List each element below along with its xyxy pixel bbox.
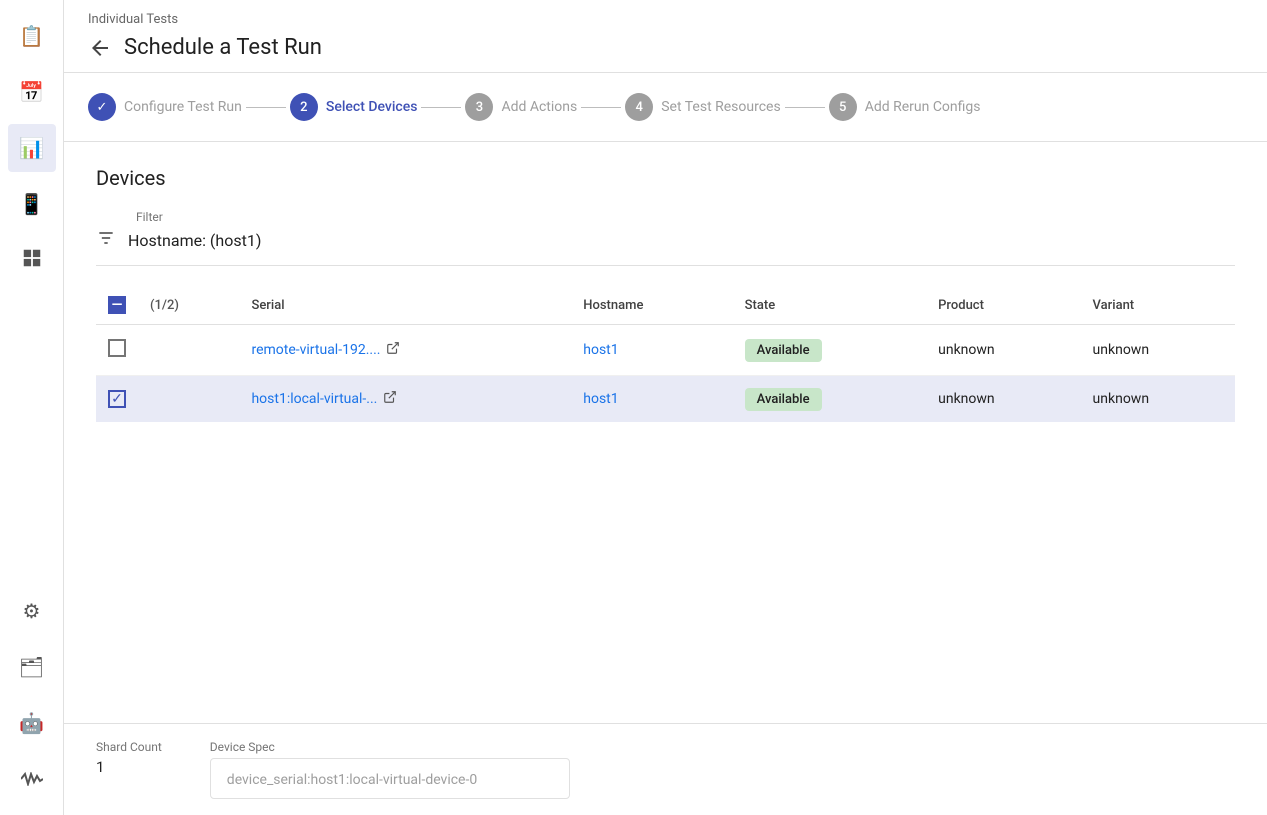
step-5[interactable]: 5 Add Rerun Configs: [829, 93, 981, 121]
step-1-circle: ✓: [88, 93, 116, 121]
row1-checkbox-cell: [96, 325, 138, 376]
devices-section-title: Devices: [96, 166, 1235, 190]
content-area: Devices Filter Hostname: (host1) — (1/2): [64, 142, 1267, 723]
connector-4-5: [785, 107, 825, 108]
col-product: Product: [926, 286, 1080, 325]
device-spec-box: device_serial:host1:local-virtual-device…: [210, 758, 570, 799]
shard-count-field: Shard Count 1: [96, 740, 162, 799]
step-2-circle: 2: [290, 93, 318, 121]
connector-3-4: [581, 107, 621, 108]
header: Individual Tests Schedule a Test Run: [64, 0, 1267, 73]
device-spec-value: device_serial:host1:local-virtual-device…: [227, 772, 477, 788]
table-header: — (1/2) Serial Hostname State Product Va…: [96, 286, 1235, 325]
row1-product: unknown: [926, 325, 1080, 376]
devices-table: — (1/2) Serial Hostname State Product Va…: [96, 286, 1235, 422]
sidebar-item-dashboard[interactable]: [8, 236, 56, 284]
sidebar: 📋 📅 📊 📱 ⚙ 🗂 🤖: [0, 0, 64, 815]
row1-empty-cell: [138, 325, 239, 376]
row1-external-link-icon[interactable]: [386, 341, 400, 359]
row2-variant: unknown: [1081, 376, 1235, 423]
step-1[interactable]: ✓ Configure Test Run: [88, 93, 242, 121]
bar-chart-icon: 📊: [19, 136, 44, 160]
calendar-icon: 📅: [19, 80, 44, 104]
row2-state: Available: [733, 376, 926, 423]
main-content: Individual Tests Schedule a Test Run ✓ C…: [64, 0, 1267, 815]
row1-hostname-link[interactable]: host1: [583, 342, 618, 358]
step-4-circle: 4: [625, 93, 653, 121]
breadcrumb: Individual Tests: [88, 12, 1243, 27]
row2-serial-link[interactable]: host1:local-virtual-...: [251, 390, 559, 408]
row2-checkbox[interactable]: ✓: [108, 390, 126, 408]
sidebar-item-android[interactable]: 🤖: [8, 699, 56, 747]
row2-external-link-icon[interactable]: [383, 390, 397, 408]
sidebar-item-chart[interactable]: 📊: [8, 124, 56, 172]
stepper: ✓ Configure Test Run 2 Select Devices 3 …: [64, 73, 1267, 142]
row2-serial: host1:local-virtual-...: [239, 376, 571, 423]
col-variant: Variant: [1081, 286, 1235, 325]
step-3-circle: 3: [465, 93, 493, 121]
step-2[interactable]: 2 Select Devices: [290, 93, 418, 121]
page-title: Schedule a Test Run: [124, 35, 322, 60]
row1-variant: unknown: [1081, 325, 1235, 376]
row2-hostname-link[interactable]: host1: [583, 391, 618, 407]
select-all-checkbox[interactable]: —: [108, 296, 126, 314]
col-hostname: Hostname: [571, 286, 732, 325]
connector-2-3: [421, 107, 461, 108]
folder-icon: 🗂: [19, 655, 44, 679]
step-3[interactable]: 3 Add Actions: [465, 93, 577, 121]
row2-checkbox-cell: ✓: [96, 376, 138, 423]
connector-1-2: [246, 107, 286, 108]
android-icon: 🤖: [19, 711, 44, 735]
step-1-label: Configure Test Run: [124, 99, 242, 115]
col-serial: Serial: [239, 286, 571, 325]
filter-area: Filter Hostname: (host1): [96, 210, 1235, 266]
row2-empty-cell: [138, 376, 239, 423]
col-checkbox: —: [96, 286, 138, 325]
sidebar-item-folder[interactable]: 🗂: [8, 643, 56, 691]
selection-count: (1/2): [150, 298, 179, 313]
filter-label: Filter: [136, 210, 1235, 224]
row1-serial: remote-virtual-192....: [239, 325, 571, 376]
col-count: (1/2): [138, 286, 239, 325]
shard-count-value: 1: [96, 758, 162, 776]
row1-hostname: host1: [571, 325, 732, 376]
step-4[interactable]: 4 Set Test Resources: [625, 93, 780, 121]
step-2-label: Select Devices: [326, 99, 418, 115]
sidebar-item-calendar[interactable]: 📅: [8, 68, 56, 116]
dashboard-icon: [21, 247, 43, 274]
bottom-bar: Shard Count 1 Device Spec device_serial:…: [64, 723, 1267, 815]
clipboard-icon: 📋: [19, 24, 44, 48]
filter-value: Hostname: (host1): [128, 231, 261, 250]
step-5-label: Add Rerun Configs: [865, 99, 981, 115]
sidebar-item-phone[interactable]: 📱: [8, 180, 56, 228]
row2-state-badge: Available: [745, 388, 822, 411]
table-row[interactable]: remote-virtual-192.... host1 Available u…: [96, 325, 1235, 376]
row2-hostname: host1: [571, 376, 732, 423]
row1-checkbox[interactable]: [108, 339, 126, 357]
step-4-label: Set Test Resources: [661, 99, 780, 115]
filter-icon[interactable]: [96, 228, 116, 253]
waveform-icon: [21, 767, 43, 791]
device-spec-field: Device Spec device_serial:host1:local-vi…: [210, 740, 570, 799]
back-button[interactable]: [88, 36, 112, 60]
col-state: State: [733, 286, 926, 325]
row2-product: unknown: [926, 376, 1080, 423]
sidebar-item-waveform[interactable]: [8, 755, 56, 803]
row1-state: Available: [733, 325, 926, 376]
settings-icon: ⚙: [23, 599, 41, 623]
device-spec-label: Device Spec: [210, 740, 570, 754]
step-5-circle: 5: [829, 93, 857, 121]
sidebar-item-settings[interactable]: ⚙: [8, 587, 56, 635]
shard-count-label: Shard Count: [96, 740, 162, 754]
table-row[interactable]: ✓ host1:local-virtual-... host1: [96, 376, 1235, 423]
phone-icon: 📱: [19, 192, 44, 216]
step-3-label: Add Actions: [501, 99, 577, 115]
row1-serial-link[interactable]: remote-virtual-192....: [251, 341, 559, 359]
sidebar-item-clipboard[interactable]: 📋: [8, 12, 56, 60]
row1-state-badge: Available: [745, 339, 822, 362]
